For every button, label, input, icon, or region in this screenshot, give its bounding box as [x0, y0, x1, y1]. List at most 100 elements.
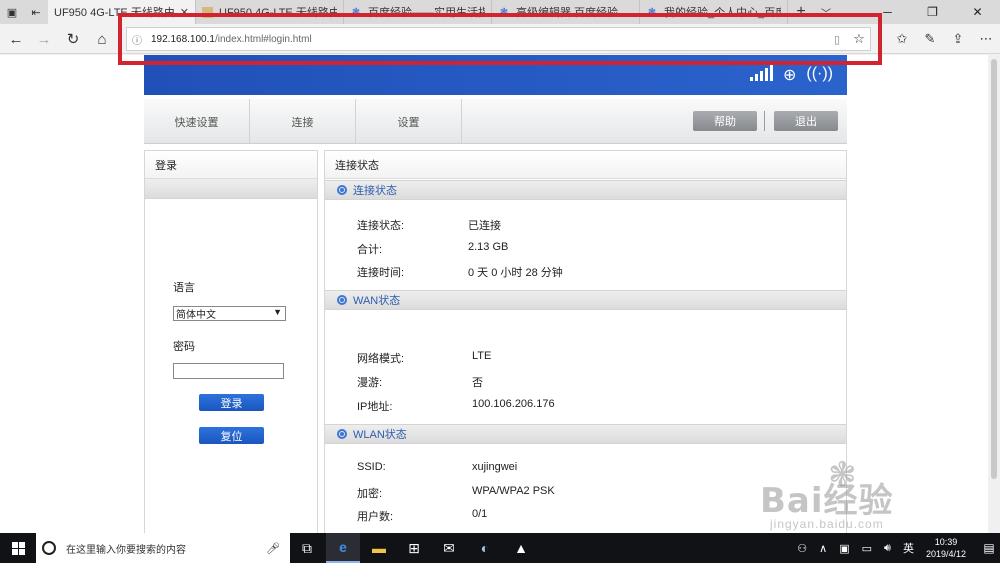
- taskbar-clock[interactable]: 10:39 2019/4/12: [926, 536, 966, 560]
- bullet-ring-icon: [337, 429, 347, 439]
- signal-strength-icon: [749, 65, 773, 81]
- login-panel-title: 登录: [145, 151, 317, 179]
- reading-view-icon[interactable]: ▯: [826, 33, 848, 46]
- row-label: IP地址:: [357, 401, 393, 413]
- favorites-hub-icon[interactable]: ✩: [888, 24, 916, 54]
- tab-title: 高级编辑器 百度经验: [516, 7, 619, 19]
- network-icon[interactable]: ▣: [839, 542, 849, 555]
- app-icon[interactable]: ◐: [468, 533, 502, 563]
- row-label: 用户数:: [357, 511, 394, 523]
- scrollbar-thumb[interactable]: [991, 59, 997, 479]
- reset-button[interactable]: 复位: [199, 427, 264, 444]
- section-wlan-status: WLAN状态: [325, 424, 846, 444]
- row-label: 合计:: [357, 244, 383, 256]
- volume-icon[interactable]: 🔊︎: [884, 542, 891, 555]
- show-tabs-icon[interactable]: ⇤: [24, 0, 48, 24]
- menu-quick-setup[interactable]: 快速设置: [144, 99, 250, 144]
- close-tab-icon[interactable]: ✕: [180, 6, 189, 19]
- router-banner: ⊕ ((·)): [144, 55, 847, 95]
- file-explorer-icon[interactable]: ▬: [362, 533, 396, 563]
- favorite-star-icon[interactable]: ☆: [848, 31, 870, 47]
- microphone-icon[interactable]: 🎤︎: [266, 542, 280, 555]
- window-controls: ─ ❐ ✕: [865, 0, 1000, 24]
- people-icon[interactable]: ⚇: [797, 542, 807, 555]
- browser-tab-1[interactable]: UF950 4G-LTE 无线路由 ✕: [0, 0, 196, 66]
- row-value: WPA/WPA2 PSK: [472, 485, 555, 497]
- task-view-icon[interactable]: ⧉: [290, 533, 324, 563]
- tab-set-aside-icon[interactable]: ▣: [0, 0, 24, 24]
- search-placeholder: 在这里输入你要搜索的内容: [66, 544, 186, 556]
- status-panel-title: 连接状态: [325, 151, 846, 179]
- clock-time: 10:39: [934, 537, 958, 547]
- router-icon: [202, 6, 213, 18]
- back-icon[interactable]: ←: [4, 28, 28, 50]
- share-icon[interactable]: ⇪: [944, 24, 972, 54]
- row-value: LTE: [472, 350, 492, 362]
- maximize-icon[interactable]: ❐: [910, 0, 955, 24]
- more-icon[interactable]: ⋯: [972, 24, 1000, 54]
- section-heading: WAN状态: [353, 295, 401, 307]
- row-value: 0/1: [472, 508, 488, 520]
- address-bar[interactable]: ⓘ 192.168.100.1/index.html#login.html ▯ …: [126, 27, 871, 51]
- chevron-down-icon[interactable]: ﹀: [814, 0, 838, 24]
- windows-taskbar: 在这里输入你要搜索的内容 🎤︎ ⧉ e ▬ ⊞ ✉ ◐ ▲ ⚇ ∧ ▣ ▭ 🔊︎…: [0, 533, 1000, 563]
- menu-settings[interactable]: 设置: [356, 99, 462, 144]
- browser-toolbar: ← → ↻ ⌂ ⓘ 192.168.100.1/index.html#login…: [0, 24, 1000, 54]
- menu-connection[interactable]: 连接: [250, 99, 356, 144]
- row-value: 0 天 0 小时 28 分钟: [468, 267, 563, 279]
- forward-icon[interactable]: →: [32, 28, 56, 50]
- logout-button[interactable]: 退出: [774, 111, 838, 131]
- tab-title: 我的经验_个人中心_百度经验: [664, 7, 781, 19]
- browser-tab-3[interactable]: ❃ 百度经验——实用生活指南: [344, 0, 492, 24]
- language-select[interactable]: 简体中文 ▼: [173, 306, 286, 321]
- browser-right-tools: ✩ ✎ ⇪ ⋯: [888, 24, 1000, 54]
- menu-divider: [764, 111, 765, 131]
- chevron-up-icon[interactable]: ∧: [819, 542, 827, 555]
- url-text[interactable]: 192.168.100.1/index.html#login.html: [147, 34, 826, 45]
- baidu-paw-icon: ❃: [351, 6, 361, 18]
- url-host: 192.168.100.1: [151, 33, 215, 45]
- main-menu-bar: 快速设置 连接 设置 帮助 退出: [144, 99, 847, 144]
- browser-tab-4[interactable]: ❃ 高级编辑器 百度经验: [492, 0, 640, 24]
- banner-status-icons: ⊕ ((·)): [749, 65, 833, 85]
- mail-icon[interactable]: ✉: [432, 533, 466, 563]
- row-label: 漫游:: [357, 377, 383, 389]
- language-value: 简体中文: [176, 310, 216, 321]
- start-button[interactable]: [0, 533, 36, 563]
- clock-date: 2019/4/12: [925, 549, 966, 559]
- bullet-ring-icon: [337, 295, 347, 305]
- refresh-icon[interactable]: ↻: [61, 28, 85, 50]
- taskbar-search-box[interactable]: 在这里输入你要搜索的内容 🎤︎: [36, 533, 290, 563]
- page-scrollbar[interactable]: [988, 55, 1000, 533]
- browser-tab-5[interactable]: ❃ 我的经验_个人中心_百度经验: [640, 0, 788, 24]
- section-heading: 连接状态: [353, 185, 397, 197]
- edge-browser-icon[interactable]: e: [326, 533, 360, 563]
- password-input[interactable]: [173, 363, 284, 379]
- row-value: 否: [472, 377, 483, 389]
- photos-icon[interactable]: ▲: [504, 533, 538, 563]
- row-label: SSID:: [357, 461, 386, 473]
- section-wan-status: WAN状态: [325, 290, 846, 310]
- row-label: 连接状态:: [357, 220, 405, 232]
- row-value: 100.106.206.176: [472, 398, 555, 410]
- battery-icon[interactable]: ▭: [862, 542, 872, 555]
- wifi-icon: ((·)): [806, 65, 833, 82]
- minimize-icon[interactable]: ─: [865, 0, 910, 24]
- login-panel: 登录 语言 简体中文 ▼ 密码 登录 复位: [144, 150, 318, 533]
- ime-indicator[interactable]: 英: [903, 540, 914, 556]
- login-button[interactable]: 登录: [199, 394, 264, 411]
- cortana-icon[interactable]: [42, 541, 56, 555]
- browser-tab-2[interactable]: UF950 4G-LTE 无线路由器: [196, 0, 344, 24]
- section-heading: WLAN状态: [353, 429, 407, 441]
- new-tab-icon[interactable]: +: [788, 0, 814, 24]
- close-window-icon[interactable]: ✕: [955, 0, 1000, 24]
- url-path: /index.html#login.html: [214, 33, 312, 45]
- home-icon[interactable]: ⌂: [90, 28, 114, 50]
- notification-icon[interactable]: ▤: [978, 533, 1000, 563]
- info-icon[interactable]: ⓘ: [127, 32, 147, 47]
- baidu-paw-icon: ❃: [647, 6, 657, 18]
- help-button[interactable]: 帮助: [693, 111, 757, 131]
- store-icon[interactable]: ⊞: [397, 533, 431, 563]
- pen-icon[interactable]: ✎: [916, 24, 944, 54]
- tab-title: UF950 4G-LTE 无线路由: [54, 7, 175, 19]
